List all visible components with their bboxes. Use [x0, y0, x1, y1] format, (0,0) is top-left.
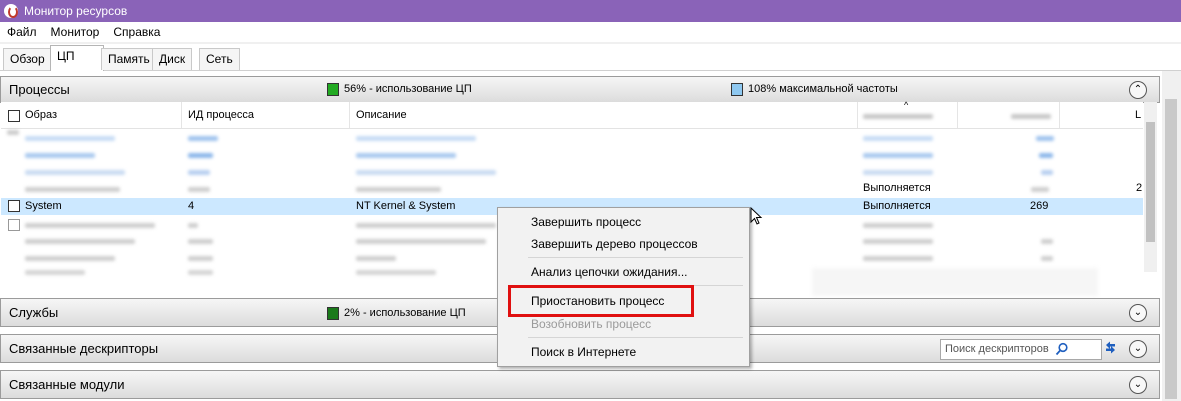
handles-search-input[interactable]: Поиск дескрипторов	[940, 339, 1102, 360]
search-icon[interactable]	[1055, 342, 1069, 356]
table-row[interactable]: Выполняется 2	[1, 181, 1143, 198]
tab-bar: Обзор ЦП Память Диск Сеть	[0, 44, 1181, 71]
col-threads-blurred[interactable]	[1011, 114, 1051, 119]
menu-bar: Файл Монитор Справка	[0, 22, 1181, 42]
row-checkbox[interactable]	[8, 200, 20, 212]
menu-resume-process: Возобновить процесс	[531, 317, 652, 331]
menu-separator	[528, 257, 743, 258]
table-row[interactable]	[1, 130, 1143, 147]
services-title: Службы	[9, 305, 59, 320]
highlight-box	[508, 285, 694, 317]
menu-end-process[interactable]: Завершить процесс	[531, 215, 641, 229]
table-row[interactable]	[1, 164, 1143, 181]
select-all-checkbox[interactable]	[8, 110, 20, 122]
page-scrollbar-thumb[interactable]	[1165, 99, 1177, 399]
blur-overlay	[812, 268, 1098, 296]
menu-analyze-wait-chain[interactable]: Анализ цепочки ожидания...	[531, 265, 687, 279]
refresh-icon[interactable]	[1103, 340, 1118, 355]
col-image[interactable]: Образ	[25, 109, 57, 121]
processes-table-header: Образ ИД процесса Описание ^ L	[1, 100, 1143, 129]
menu-separator	[528, 337, 743, 338]
cpu-usage-text: 56% - использование ЦП	[344, 83, 472, 95]
title-bar: Монитор ресурсов	[0, 0, 1181, 22]
row-status-partial: Выполняется	[863, 182, 931, 194]
processes-scrollbar[interactable]	[1144, 102, 1157, 272]
collapse-chevron-icon[interactable]: ⌃	[1129, 81, 1147, 99]
tab-disk[interactable]: Диск	[152, 48, 193, 70]
col-status-blurred[interactable]	[863, 114, 933, 119]
page-scrollbar[interactable]	[1162, 71, 1181, 401]
menu-help[interactable]: Справка	[106, 25, 167, 39]
max-frequency-indicator	[731, 83, 743, 96]
column-divider	[957, 102, 958, 128]
col-cut-off: L	[1135, 109, 1142, 121]
resource-monitor-icon	[4, 4, 18, 18]
services-cpu-text: 2% - использование ЦП	[344, 307, 466, 319]
tab-memory[interactable]: Память	[101, 48, 157, 70]
tab-cpu[interactable]: ЦП	[50, 45, 104, 71]
handles-title: Связанные дескрипторы	[9, 341, 159, 356]
expand-chevron-icon[interactable]: ⌄	[1129, 340, 1147, 358]
processes-title: Процессы	[9, 82, 70, 97]
column-divider	[857, 102, 858, 128]
column-divider	[181, 102, 182, 128]
tab-overview[interactable]: Обзор	[3, 48, 52, 70]
row-image: System	[25, 200, 62, 212]
column-divider	[349, 102, 350, 128]
max-frequency-text: 108% максимальной частоты	[748, 83, 898, 95]
menu-file[interactable]: Файл	[0, 25, 44, 39]
column-divider	[1059, 102, 1060, 128]
cpu-usage-indicator	[327, 83, 339, 96]
col-pid[interactable]: ИД процесса	[188, 109, 254, 121]
tab-network[interactable]: Сеть	[199, 48, 240, 70]
menu-monitor[interactable]: Монитор	[44, 25, 107, 39]
window-title: Монитор ресурсов	[24, 4, 128, 18]
services-cpu-indicator	[327, 307, 339, 320]
processes-section-header[interactable]: Процессы 56% - использование ЦП 108% мак…	[0, 76, 1160, 103]
col-description[interactable]: Описание	[356, 109, 407, 121]
scrollbar-thumb[interactable]	[1146, 122, 1155, 242]
row-threads: 269	[1030, 200, 1049, 212]
mouse-cursor-icon	[750, 207, 763, 225]
search-placeholder: Поиск дескрипторов	[945, 343, 1049, 355]
row-description: NT Kernel & System	[356, 200, 456, 212]
modules-title: Связанные модули	[9, 377, 125, 392]
row-status: Выполняется	[863, 200, 931, 212]
row-pid: 4	[188, 200, 195, 212]
menu-end-process-tree[interactable]: Завершить дерево процессов	[531, 237, 698, 251]
expand-chevron-icon[interactable]: ⌄	[1129, 376, 1147, 394]
expand-chevron-icon[interactable]: ⌄	[1129, 304, 1147, 322]
menu-search-online[interactable]: Поиск в Интернете	[531, 345, 636, 359]
sort-arrow-icon: ^	[904, 100, 909, 110]
modules-section-header[interactable]: Связанные модули ⌄	[0, 370, 1160, 399]
table-row[interactable]	[1, 147, 1143, 164]
